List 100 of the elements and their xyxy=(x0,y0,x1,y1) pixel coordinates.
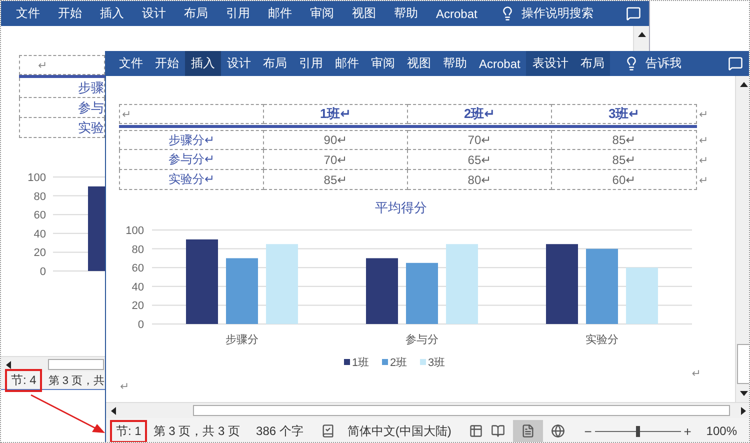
scroll-left-icon[interactable] xyxy=(4,360,14,370)
horizontal-scrollbar[interactable] xyxy=(106,402,749,418)
vertical-scrollbar[interactable] xyxy=(735,76,749,402)
section-indicator[interactable]: 节: 1 xyxy=(110,420,148,442)
zoom-level[interactable]: 100% xyxy=(706,424,737,438)
row-header: 参与分↵ xyxy=(119,150,264,170)
page-count[interactable]: 第 3 页，共 3 页 xyxy=(153,422,240,440)
legend-item: 2班 xyxy=(382,357,408,367)
axis-tick-label: 100 xyxy=(126,225,144,237)
ribbon-tab[interactable]: 设计 xyxy=(133,1,175,26)
axis-tick-label: 20 xyxy=(34,247,46,260)
table-cell: 80↵ xyxy=(408,170,552,190)
axis-tick-label: 100 xyxy=(28,172,46,184)
row-header: 步骤分↵ xyxy=(119,130,264,150)
ribbon-tab[interactable]: 布局 xyxy=(175,1,217,26)
scrollbar-thumb[interactable] xyxy=(737,344,749,384)
row-end-mark: ↵ xyxy=(698,134,709,148)
category-label: 实验分 xyxy=(586,334,618,346)
ribbon-tab[interactable]: 邮件 xyxy=(259,1,301,26)
ribbon-tab[interactable]: Acrobat xyxy=(427,1,486,26)
page-layout-icon xyxy=(521,424,536,438)
paragraph-mark: ↵ xyxy=(690,367,702,380)
ribbon-tab[interactable]: 引用 xyxy=(293,51,329,76)
ribbon-tab[interactable]: 文件 xyxy=(113,51,149,76)
proofing-icon[interactable] xyxy=(321,424,336,438)
row-header: 实验分↵ xyxy=(119,170,264,190)
row-end-mark: ↵ xyxy=(698,174,709,188)
scroll-down-icon[interactable] xyxy=(738,388,748,398)
scroll-left-icon[interactable] xyxy=(109,406,119,416)
ribbon-tab[interactable]: 视图 xyxy=(401,51,437,76)
language-indicator[interactable]: 简体中文(中国大陆) xyxy=(347,422,452,440)
ribbon-tab[interactable]: Acrobat xyxy=(473,51,526,76)
ribbon-tab[interactable]: 文件 xyxy=(7,1,49,26)
table-cell: 90↵ xyxy=(264,130,408,150)
zoom-in-button[interactable]: + xyxy=(680,424,694,438)
column-header: 2班↵ xyxy=(408,104,552,124)
axis-tick-label: 60 xyxy=(132,262,144,275)
table-cell: 85↵ xyxy=(552,150,697,170)
row-end-mark: ↵ xyxy=(698,154,709,168)
ribbon-tab[interactable]: 审阅 xyxy=(365,51,401,76)
chart-bar xyxy=(406,262,438,324)
table-cell: 60↵ xyxy=(552,170,697,190)
axis-tick-label: 20 xyxy=(132,300,144,312)
ribbon-tab[interactable]: 布局 xyxy=(574,51,610,76)
ribbon-tab[interactable]: 帮助 xyxy=(437,51,473,76)
ribbon-tab[interactable]: 邮件 xyxy=(329,51,365,76)
page-count[interactable]: 第 3 页，共 xyxy=(48,373,105,388)
ribbon-tab[interactable]: 开始 xyxy=(149,51,185,76)
chart-title: 平均得分 xyxy=(375,200,427,215)
legend-item: 3班 xyxy=(420,357,446,367)
axis-tick-label: 40 xyxy=(132,281,144,294)
read-mode-icon xyxy=(491,424,506,438)
axis-tick-label: 0 xyxy=(40,266,46,278)
category-label: 步骤分 xyxy=(226,334,258,346)
legend-item: 1班 xyxy=(344,357,370,367)
ribbon-tab[interactable]: 插入 xyxy=(185,51,221,76)
chart-bar xyxy=(366,258,398,324)
ribbon-tab[interactable]: 引用 xyxy=(217,1,259,26)
scroll-up-icon[interactable] xyxy=(738,80,748,90)
chart-bar xyxy=(226,258,258,324)
table-cell: 70↵ xyxy=(408,130,552,150)
ribbon-tab[interactable]: 审阅 xyxy=(301,1,343,26)
axis-tick-label: 40 xyxy=(34,228,46,240)
paragraph-mark: ↵ xyxy=(119,380,130,393)
macro-icon[interactable] xyxy=(469,424,484,438)
table-cell: 85↵ xyxy=(264,170,408,190)
view-button[interactable] xyxy=(513,420,544,442)
zoom-out-button[interactable]: − xyxy=(581,424,595,438)
word-count[interactable]: 386 个字 xyxy=(256,422,304,440)
table-cell: 65↵ xyxy=(408,150,552,170)
column-header: 1班↵ xyxy=(264,104,408,124)
ribbon-tab[interactable]: 设计 xyxy=(221,51,257,76)
axis-tick-label: 60 xyxy=(34,210,46,222)
ribbon-tab[interactable]: 表设计 xyxy=(526,51,574,76)
tell-me-search[interactable]: 操作说明搜索 xyxy=(521,5,594,22)
chart-bar xyxy=(626,268,658,324)
comment-icon[interactable] xyxy=(728,56,743,71)
comment-icon[interactable] xyxy=(626,6,641,21)
tell-me-search[interactable]: 告诉我 xyxy=(645,55,682,72)
ribbon-tab[interactable]: 插入 xyxy=(91,1,133,26)
axis-tick-label: 80 xyxy=(132,244,144,256)
scroll-up-icon[interactable] xyxy=(636,30,646,40)
legend-label: 3班 xyxy=(428,356,446,369)
ribbon-tab[interactable]: 布局 xyxy=(257,51,293,76)
scrollbar-thumb[interactable] xyxy=(192,405,730,416)
section-indicator[interactable]: 节: 4 xyxy=(5,369,42,392)
table-cell: 85↵ xyxy=(552,130,697,150)
ribbon-tab[interactable]: 开始 xyxy=(49,1,91,26)
table-cell: 70↵ xyxy=(264,150,408,170)
ribbon-tab[interactable]: 视图 xyxy=(343,1,385,26)
axis-tick-label: 80 xyxy=(34,190,46,203)
category-label: 参与分 xyxy=(406,334,438,346)
scroll-right-icon[interactable] xyxy=(738,406,748,416)
axis-tick-label: 0 xyxy=(138,319,144,331)
column-header: 3班↵ xyxy=(552,104,697,124)
zoom-thumb[interactable] xyxy=(636,426,640,436)
scrollbar-thumb[interactable] xyxy=(48,359,104,370)
ribbon-tab[interactable]: 帮助 xyxy=(385,1,427,26)
row-end-mark: ↵ xyxy=(698,108,709,122)
web-layout-icon xyxy=(551,424,566,438)
